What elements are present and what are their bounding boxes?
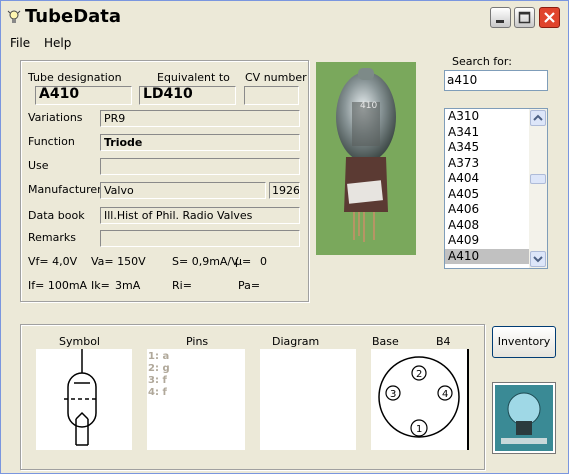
base-pin-2: 2: [416, 369, 422, 380]
title-bar[interactable]: TubeData: [1, 1, 568, 34]
symbol-label: Symbol: [59, 335, 100, 348]
diagram-box: [260, 349, 356, 450]
tube-logo-icon: [495, 385, 553, 451]
lightbulb-icon: [7, 10, 21, 23]
remarks-label: Remarks: [28, 231, 76, 244]
tube-designation-field[interactable]: A410: [35, 86, 132, 105]
manufacturer-field[interactable]: Valvo: [100, 182, 266, 199]
list-item[interactable]: A404: [445, 171, 530, 187]
base-pinout-diagram: 2 3 4 1: [378, 356, 460, 438]
minimize-icon: [496, 20, 504, 23]
list-item[interactable]: A410: [445, 248, 530, 264]
menu-help[interactable]: Help: [44, 36, 71, 50]
list-item[interactable]: A373: [445, 156, 530, 172]
spec-if: If= 100mA: [28, 279, 88, 292]
spec-ik: Ik=: [91, 279, 110, 292]
function-field[interactable]: Triode: [100, 134, 300, 151]
spec-pa: Pa=: [238, 279, 261, 292]
list-item[interactable]: A405: [445, 187, 530, 203]
search-input[interactable]: a410: [444, 70, 548, 91]
use-label: Use: [28, 159, 49, 172]
minimize-button[interactable]: [490, 7, 511, 28]
spec-mu-value: 0: [260, 255, 267, 268]
scroll-thumb[interactable]: [530, 174, 546, 184]
pin-entry: 3: f: [148, 375, 167, 386]
year-field[interactable]: 1926: [269, 182, 300, 199]
manufacturer-label: Manufacturer: [28, 183, 102, 196]
pin-entry: 2: g: [148, 363, 170, 374]
variations-field[interactable]: PR9: [100, 110, 300, 127]
base-type-label: B4: [436, 335, 451, 348]
tube-logo: [492, 382, 556, 454]
scroll-down-button[interactable]: [530, 251, 546, 267]
list-item[interactable]: A406: [445, 202, 530, 218]
list-scrollbar[interactable]: [529, 109, 547, 268]
pin-entry: 4: f: [148, 387, 167, 398]
list-item[interactable]: A409: [445, 233, 530, 249]
close-button[interactable]: [539, 7, 560, 28]
window-title: TubeData: [25, 6, 122, 27]
photo-marking: 410: [360, 101, 377, 111]
diagram-label: Diagram: [272, 335, 320, 348]
databook-field[interactable]: Ill.Hist of Phil. Radio Valves: [100, 207, 300, 224]
pins-list: 1: a 2: g 3: f 4: f: [147, 349, 245, 399]
base-pin-4: 4: [442, 389, 448, 400]
pin-entry: 1: a: [148, 351, 170, 362]
symbol-box: [36, 349, 132, 450]
equivalent-field[interactable]: LD410: [139, 86, 236, 105]
base-pin-3: 3: [390, 389, 396, 400]
base-label: Base: [372, 335, 399, 348]
variations-label: Variations: [28, 111, 83, 124]
spec-va: Va= 150V: [91, 255, 146, 268]
maximize-icon: [518, 11, 531, 24]
base-pin-1: 1: [416, 424, 422, 435]
cv-number-field[interactable]: [244, 86, 299, 105]
tube-photo: 410: [316, 62, 416, 255]
maximize-button[interactable]: [514, 7, 535, 28]
triode-symbol-icon: [64, 349, 97, 446]
menu-bar: File Help: [1, 35, 568, 53]
tube-listbox[interactable]: A310 A341 A345 A373 A404 A405 A406 A408 A409 A410: [444, 108, 548, 269]
base-box-edge: [467, 349, 469, 450]
spec-ik-value: 3mA: [115, 279, 141, 292]
search-label: Search for:: [452, 55, 512, 68]
tube-designation-label: Tube designation: [28, 71, 122, 84]
spec-s: S= 0,9mA/V: [172, 255, 239, 268]
list-item[interactable]: A310: [445, 109, 530, 125]
menu-file[interactable]: File: [10, 36, 30, 50]
list-item[interactable]: A341: [445, 125, 530, 141]
list-item[interactable]: A408: [445, 218, 530, 234]
databook-label: Data book: [28, 209, 85, 222]
use-field[interactable]: [100, 158, 300, 175]
remarks-field[interactable]: [100, 230, 300, 247]
pins-label: Pins: [186, 335, 209, 348]
chevron-up-icon: [533, 114, 543, 121]
main-window: TubeData File Help Tube designation Equi…: [0, 0, 569, 474]
list-item[interactable]: A345: [445, 140, 530, 156]
inventory-button[interactable]: Inventory: [492, 326, 556, 358]
spec-ri: Ri=: [172, 279, 192, 292]
chevron-down-icon: [533, 256, 543, 263]
equivalent-label: Equivalent to: [157, 71, 230, 84]
cv-number-label: CV number: [245, 71, 307, 84]
scroll-up-button[interactable]: [530, 110, 546, 126]
pins-box: 1: a 2: g 3: f 4: f: [147, 349, 245, 450]
function-label: Function: [28, 135, 75, 148]
close-icon: [544, 12, 555, 23]
base-box: 2 3 4 1: [371, 349, 467, 450]
spec-vf: Vf= 4,0V: [28, 255, 78, 268]
spec-mu: µ=: [235, 255, 252, 268]
